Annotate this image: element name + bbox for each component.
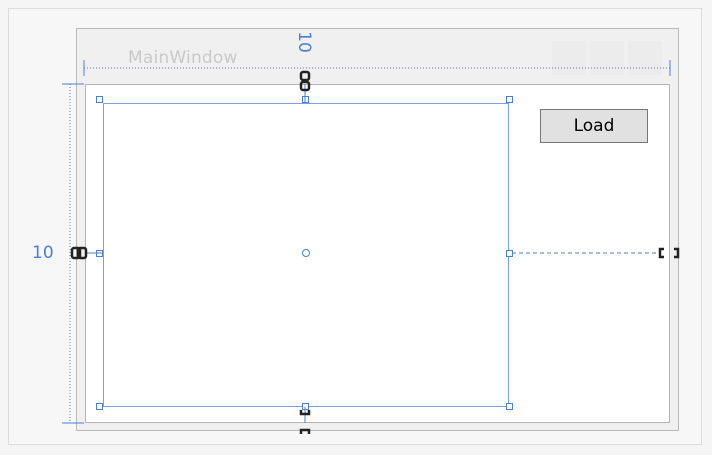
left-anchor-chain-link-icon — [70, 246, 88, 260]
left-margin-label: 10 — [32, 243, 54, 263]
top-margin-label: 10 — [293, 31, 314, 53]
right-anchor-unlinked-icon — [658, 247, 680, 259]
margin-guides — [62, 60, 680, 434]
design-canvas: MainWindow Load 10 10 — [0, 0, 712, 455]
